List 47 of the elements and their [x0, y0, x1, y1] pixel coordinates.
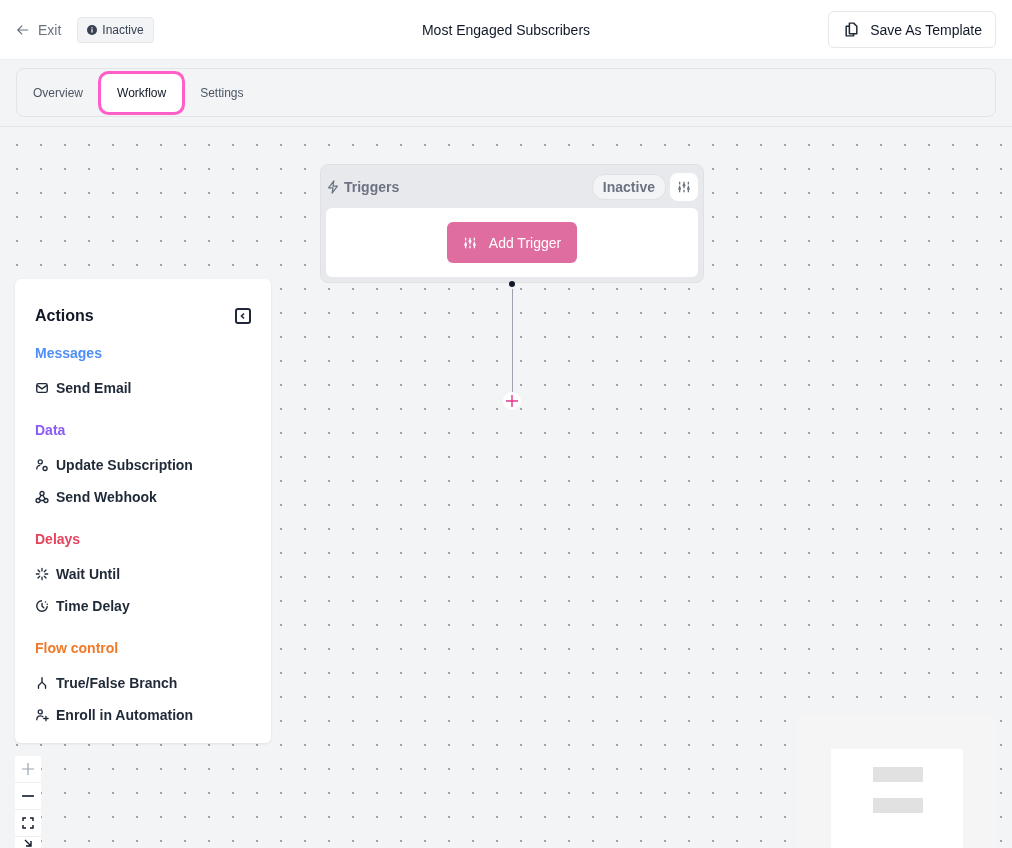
sliders-icon: [462, 235, 477, 250]
save-template-button[interactable]: Save As Template: [828, 11, 996, 48]
lightning-icon: [326, 179, 340, 194]
webhook-icon: [35, 490, 49, 504]
node-status-badge: Inactive: [591, 173, 666, 200]
action-item[interactable]: Send Email: [35, 380, 132, 396]
arrow-icon: [24, 839, 32, 847]
loader-icon: [35, 567, 49, 581]
plus-icon: [22, 763, 34, 775]
zoom-out-button[interactable]: [15, 783, 41, 809]
action-item[interactable]: Send Webhook: [35, 489, 157, 505]
panel-title: Actions: [35, 307, 94, 325]
action-item[interactable]: Wait Until: [35, 566, 121, 582]
clock-icon: [35, 599, 49, 613]
collapse-panel-icon[interactable]: [235, 308, 251, 324]
branch-icon: [35, 676, 49, 690]
node-settings-button[interactable]: [670, 172, 698, 201]
group-heading: Messages: [35, 345, 103, 361]
trigger-node[interactable]: Triggers Inactive Add Trigger: [320, 164, 704, 283]
tab[interactable]: Settings: [188, 77, 256, 108]
exit-button[interactable]: Exit: [16, 21, 62, 38]
minimap-bar: [873, 798, 923, 813]
node-title: Triggers: [344, 178, 400, 195]
minimap-bar: [873, 767, 923, 782]
mail-icon: [35, 381, 49, 395]
action-item[interactable]: True/False Branch: [35, 675, 178, 691]
plus-icon: [506, 395, 518, 407]
action-item[interactable]: Update Subscription: [35, 457, 193, 473]
group-heading: Flow control: [35, 640, 120, 656]
user-plus-icon: [35, 708, 49, 722]
status-label: Inactive: [102, 22, 144, 37]
copy-icon: [843, 21, 861, 38]
sliders-icon: [677, 179, 691, 194]
connection-handle[interactable]: [509, 281, 515, 287]
back-arrow-icon: [16, 22, 30, 37]
page-title: Most Engaged Subscribers: [421, 21, 591, 38]
action-item[interactable]: Time Delay: [35, 598, 130, 614]
group-heading: Data: [35, 422, 67, 438]
action-item[interactable]: Enroll in Automation: [35, 707, 194, 723]
user-sync-icon: [35, 458, 49, 472]
add-step-button[interactable]: [503, 392, 521, 410]
fit-view-button[interactable]: [15, 810, 41, 836]
info-icon: [87, 24, 98, 35]
minus-icon: [22, 795, 34, 797]
tab[interactable]: Overview: [21, 77, 95, 108]
group-heading: Delays: [35, 531, 82, 547]
fit-view-icon: [22, 817, 34, 829]
